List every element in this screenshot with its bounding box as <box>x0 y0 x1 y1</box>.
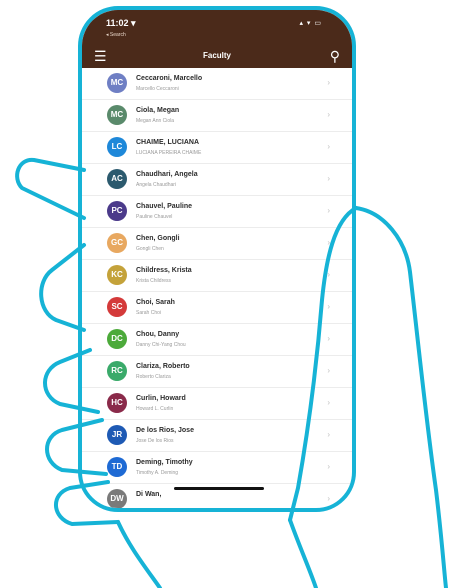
avatar: KC <box>107 265 127 285</box>
chevron-right-icon: › <box>327 494 330 503</box>
faculty-full-name: Jose De los Rios <box>136 438 174 444</box>
avatar: GC <box>107 233 127 253</box>
faculty-name: Di Wan, <box>136 491 162 498</box>
avatar: DC <box>107 329 127 349</box>
faculty-full-name: LUCIANA PEREIRA CHAIME <box>136 150 202 156</box>
faculty-name: Deming, Timothy <box>136 459 193 466</box>
faculty-full-name: Angela Chaudhari <box>136 182 177 188</box>
faculty-full-name: Megan Ann Ciola <box>136 118 175 124</box>
faculty-full-name: Gongli Chen <box>136 246 164 252</box>
chevron-right-icon: › <box>327 142 330 151</box>
hand-wrist <box>288 518 318 588</box>
avatar: RC <box>107 361 127 381</box>
faculty-row[interactable]: MC Ciola, Megan Megan Ann Ciola › <box>82 100 352 132</box>
avatar: JR <box>107 425 127 445</box>
status-time: 11:02 ▾ <box>106 18 136 28</box>
chevron-right-icon: › <box>327 334 330 343</box>
faculty-row[interactable]: DC Chou, Danny Danny Chi-Yang Chou › <box>82 324 352 356</box>
avatar: MC <box>107 105 127 125</box>
faculty-row[interactable]: MC Ceccaroni, Marcello Marcello Ceccaroni › <box>82 68 352 100</box>
faculty-row[interactable]: GC Chen, Gongli Gongli Chen › <box>82 228 352 260</box>
chevron-right-icon: › <box>327 110 330 119</box>
faculty-name: Ceccaroni, Marcello <box>136 75 203 82</box>
faculty-name: Chen, Gongli <box>136 235 180 242</box>
status-bar: 11:02 ▾ ◂ Search ▴ ▾ ▭ <box>82 10 352 44</box>
faculty-full-name: Pauline Chauvel <box>136 214 173 220</box>
chevron-right-icon: › <box>327 302 330 311</box>
faculty-row[interactable]: SC Choi, Sarah Sarah Choi › <box>82 292 352 324</box>
faculty-full-name: Timothy A. Deming <box>136 470 179 476</box>
hand-palm-edge <box>116 520 162 588</box>
chevron-right-icon: › <box>327 174 330 183</box>
hand-finger-1 <box>15 157 86 220</box>
hand-thumb <box>354 206 448 588</box>
faculty-full-name: Howard L. Curlin <box>136 406 174 412</box>
home-indicator[interactable] <box>174 487 264 490</box>
faculty-row[interactable]: HC Curlin, Howard Howard L. Curlin › <box>82 388 352 420</box>
faculty-full-name: Roberto Clariza <box>136 374 171 380</box>
faculty-name: De los Rios, Jose <box>136 427 194 434</box>
avatar: MC <box>107 73 127 93</box>
faculty-name: Curlin, Howard <box>136 395 186 402</box>
avatar: AC <box>107 169 127 189</box>
faculty-name: Chou, Danny <box>136 331 180 338</box>
faculty-name: Chaudhari, Angela <box>136 171 198 178</box>
faculty-full-name: Marcello Ceccaroni <box>136 86 179 92</box>
avatar: TD <box>107 457 127 477</box>
faculty-name: Choi, Sarah <box>136 299 175 306</box>
faculty-row[interactable]: TD Deming, Timothy Timothy A. Deming › <box>82 452 352 484</box>
avatar: LC <box>107 137 127 157</box>
back-to-search-link[interactable]: ◂ Search <box>106 32 126 38</box>
page-title: Faculty <box>202 51 231 60</box>
avatar: SC <box>107 297 127 317</box>
chevron-right-icon: › <box>327 366 330 375</box>
faculty-row[interactable]: AC Chaudhari, Angela Angela Chaudhari › <box>82 164 352 196</box>
faculty-name: Childress, Krista <box>136 267 192 274</box>
system-status-icons: ▴ ▾ ▭ <box>299 20 322 27</box>
faculty-name: Chauvel, Pauline <box>136 203 193 210</box>
faculty-full-name: Krista Childress <box>136 278 172 284</box>
phone-screen: 11:02 ▾ ◂ Search ▴ ▾ ▭ ☰ Faculty ⚲ MC Cec… <box>78 6 356 512</box>
nav-bar: ☰ Faculty ⚲ <box>82 44 352 68</box>
chevron-right-icon: › <box>327 238 330 247</box>
faculty-full-name: Danny Chi-Yang Chou <box>136 342 186 348</box>
avatar: HC <box>107 393 127 413</box>
chevron-right-icon: › <box>327 270 330 279</box>
faculty-row[interactable]: LC CHAIME, LUCIANA LUCIANA PEREIRA CHAIME › <box>82 132 352 164</box>
faculty-name: Ciola, Megan <box>136 107 180 114</box>
chevron-right-icon: › <box>327 206 330 215</box>
chevron-right-icon: › <box>327 78 330 87</box>
faculty-full-name: Sarah Choi <box>136 310 162 316</box>
faculty-row[interactable]: JR De los Rios, Jose Jose De los Rios › <box>82 420 352 452</box>
faculty-row[interactable]: RC Clariza, Roberto Roberto Clariza › <box>82 356 352 388</box>
search-icon[interactable]: ⚲ <box>330 49 340 63</box>
chevron-right-icon: › <box>327 398 330 407</box>
chevron-right-icon: › <box>327 430 330 439</box>
avatar: DW <box>107 489 127 508</box>
faculty-list: MC Ceccaroni, Marcello Marcello Ceccaroni ›… <box>82 68 352 508</box>
faculty-name: CHAIME, LUCIANA <box>136 139 199 146</box>
avatar: PC <box>107 201 127 221</box>
faculty-name: Clariza, Roberto <box>136 363 190 370</box>
chevron-right-icon: › <box>327 462 330 471</box>
faculty-row[interactable]: PC Chauvel, Pauline Pauline Chauvel › <box>82 196 352 228</box>
faculty-row[interactable]: KC Childress, Krista Krista Childress › <box>82 260 352 292</box>
